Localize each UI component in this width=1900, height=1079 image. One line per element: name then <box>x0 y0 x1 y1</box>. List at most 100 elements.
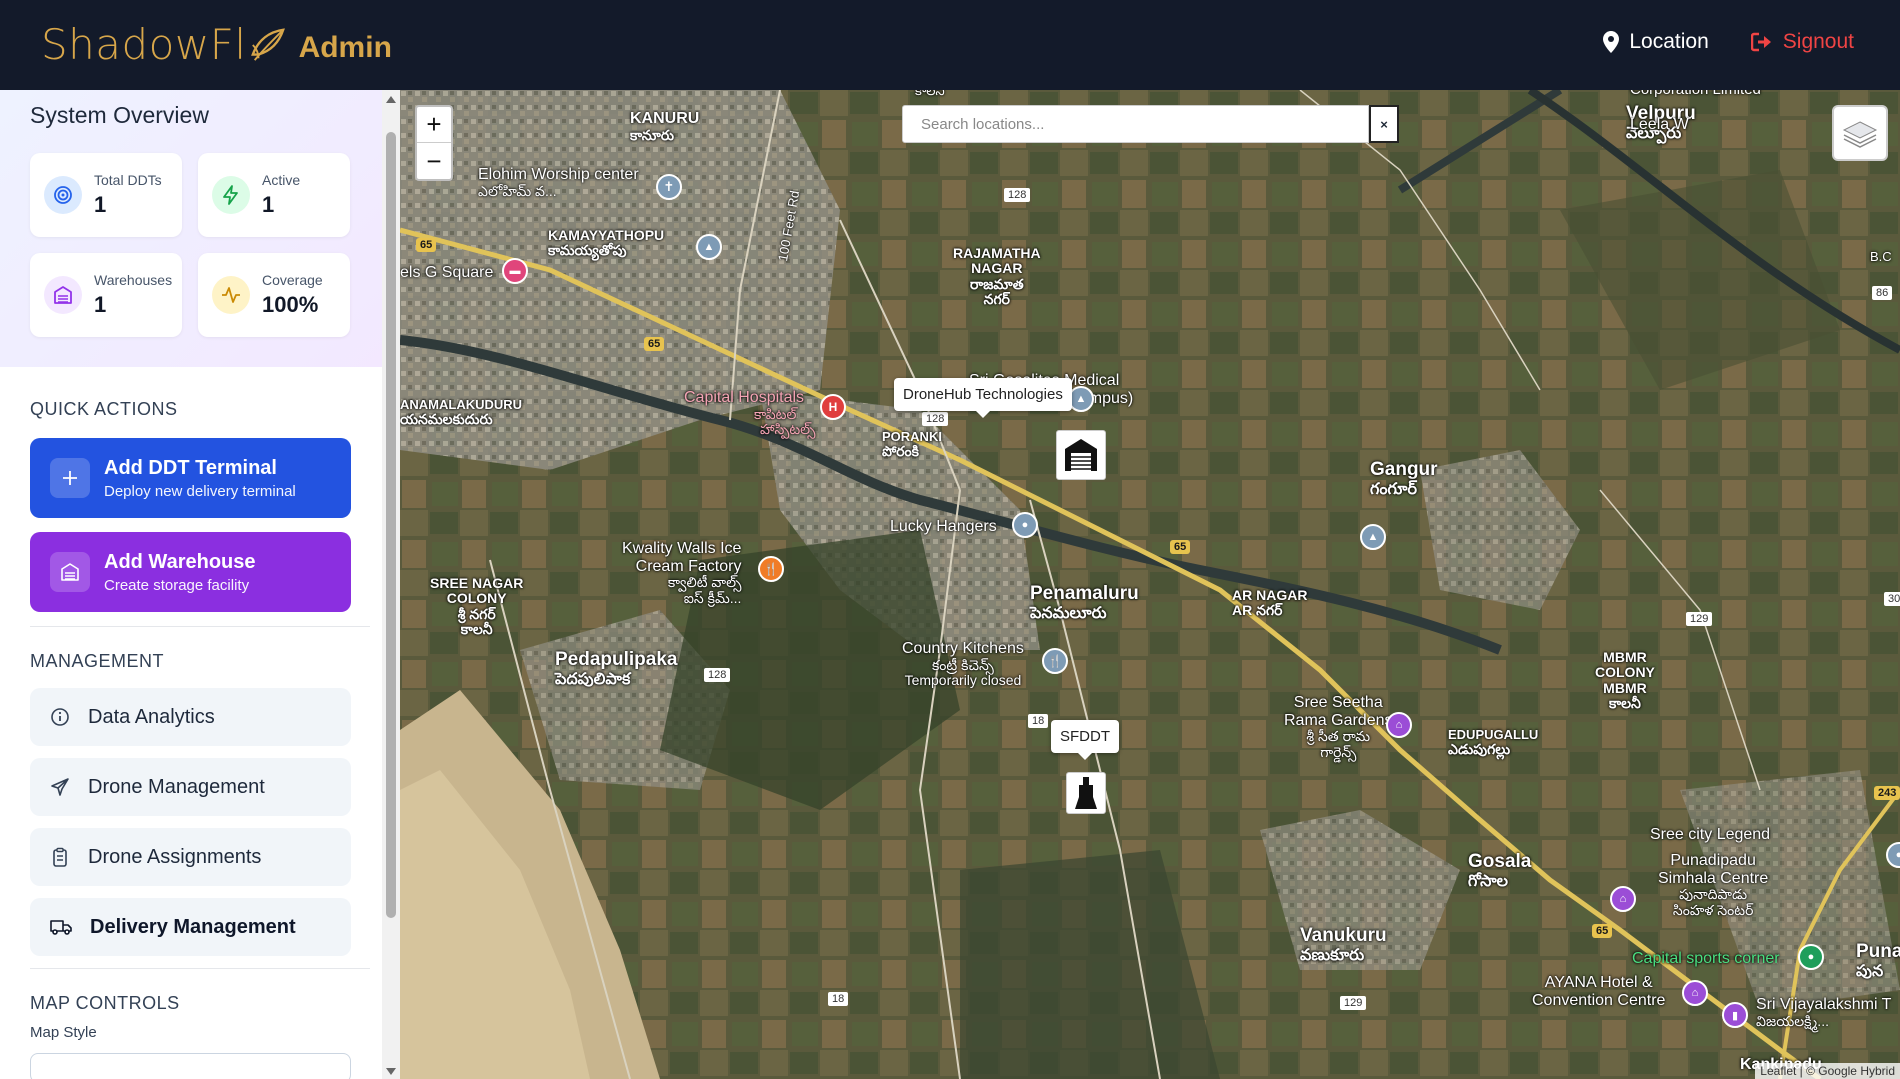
place-label: AYANA Hotel & Convention Centre <box>1532 974 1666 1009</box>
place-label: KAMAYYATHOPU కామయ్యతోపు <box>548 227 665 259</box>
search-input[interactable] <box>902 105 1369 143</box>
location-pin-icon[interactable]: ● <box>1012 512 1038 538</box>
place-label: Lucky Hangers <box>890 518 997 535</box>
map-view[interactable]: + − × KANURUకానూరు Elohim Worship center… <box>400 90 1900 1079</box>
school-pin-icon[interactable]: ▲ <box>1360 524 1386 550</box>
delivery-management-button[interactable]: Delivery Management <box>30 898 351 956</box>
ddt-marker[interactable] <box>1066 772 1106 814</box>
church-pin-icon[interactable]: ✝ <box>656 174 682 200</box>
hotel-pin-icon[interactable]: ⌂ <box>1682 980 1708 1006</box>
map-attribution[interactable]: Leaflet | © Google Hybrid <box>1755 1063 1900 1079</box>
signout-icon <box>1750 32 1771 52</box>
stat-value: 100% <box>262 292 319 317</box>
system-overview: System Overview Total DDTs 1 Active 1 Wa… <box>0 90 400 367</box>
place-label: Kwality Walls Ice Cream Factory క్వాలిటీ వ… <box>622 540 742 606</box>
scroll-down-arrow[interactable] <box>386 1068 396 1075</box>
quick-actions-section: QUICK ACTIONS Add DDT Terminal Deploy ne… <box>0 399 400 1079</box>
zoom-out-button[interactable]: − <box>417 143 451 179</box>
sports-pin-icon[interactable]: ● <box>1798 944 1824 970</box>
place-label: Corporation Limited <box>1630 90 1761 99</box>
place-label: Puna పున <box>1856 941 1900 980</box>
lodging-pin-icon[interactable]: ▬ <box>502 258 528 284</box>
road-shield-128: 128 <box>704 668 731 682</box>
stat-card-warehouses: Warehouses 1 <box>30 253 182 337</box>
header-actions: Location Signout <box>1603 30 1854 54</box>
drone-management-button[interactable]: Drone Management <box>30 758 351 816</box>
ddt-terminal-icon <box>1075 777 1097 809</box>
add-warehouse-button[interactable]: Add Warehouse Create storage facility <box>30 532 351 612</box>
place-label: Gangur గంగూర్ <box>1370 459 1438 498</box>
search-clear-button[interactable]: × <box>1369 105 1399 143</box>
signout-label: Signout <box>1782 30 1854 53</box>
map-pin-icon <box>1603 31 1620 53</box>
school-pin-icon[interactable]: ▲ <box>1068 386 1094 412</box>
overview-title: System Overview <box>30 102 209 128</box>
stat-card-total-ddts: Total DDTs 1 <box>30 153 182 237</box>
hall-pin-icon[interactable]: ⌂ <box>1386 712 1412 738</box>
place-label: Vanukuru వణుకూరు <box>1300 925 1387 964</box>
drone-management-label: Drone Management <box>88 775 265 798</box>
place-label: Capital Hospitals కాపిటల్ హాస్పిటల్స్ <box>684 389 816 437</box>
brand-admin-label: Admin <box>298 30 392 64</box>
hospital-pin-icon[interactable]: H <box>820 394 846 420</box>
plane-icon <box>51 778 69 796</box>
place-label: AR NAGAR AR నగర్ <box>1232 587 1308 619</box>
school-pin-icon[interactable]: ▲ <box>696 234 722 260</box>
stat-card-active: Active 1 <box>198 153 350 237</box>
stat-card-coverage: Coverage 100% <box>198 253 350 337</box>
road-shield-65: 65 <box>1170 540 1191 554</box>
signout-button[interactable]: Signout <box>1750 30 1854 54</box>
drone-assignments-button[interactable]: Drone Assignments <box>30 828 351 886</box>
road-shield-86: 86 <box>1872 286 1893 300</box>
road-shield-65: 65 <box>644 337 665 351</box>
place-label: els G Square <box>400 264 494 281</box>
plus-icon <box>50 458 90 498</box>
zoom-control: + − <box>415 105 453 181</box>
warehouse-marker-icon <box>1065 439 1097 471</box>
restaurant-pin-icon[interactable]: 🍴 <box>758 556 784 582</box>
pulse-icon <box>212 276 250 314</box>
place-label: Pedapulipaka పెదపులిపాక <box>555 649 678 688</box>
road-shield-128: 128 <box>1004 188 1031 202</box>
lightning-icon <box>212 176 250 214</box>
layers-icon <box>1842 121 1878 148</box>
road-shield-129: 129 <box>1340 996 1367 1010</box>
road-shield-129: 129 <box>1686 612 1713 626</box>
quick-actions-title: QUICK ACTIONS <box>30 399 178 419</box>
place-label: PORANKI పోరంకి <box>882 429 942 460</box>
hall-pin-icon[interactable]: ⌂ <box>1610 886 1636 912</box>
place-label: కాలనీ <box>915 90 945 98</box>
brand-name: ShadowFl <box>41 20 247 69</box>
zoom-in-button[interactable]: + <box>417 107 451 143</box>
stat-value: 1 <box>94 292 107 317</box>
warehouse-marker[interactable] <box>1056 430 1106 480</box>
sidebar: System Overview Total DDTs 1 Active 1 Wa… <box>0 90 400 1079</box>
layers-button[interactable] <box>1832 105 1888 161</box>
shop-pin-icon[interactable]: ▮ <box>1722 1002 1748 1028</box>
place-label: Country Kitchens కంట్రీ కిచెన్స్ Temporari… <box>902 640 1024 688</box>
place-label: Leela W <box>1630 116 1689 133</box>
place-label: ANAMALAKUDURU యనమలకుదురు <box>400 397 523 428</box>
add-ddt-terminal-button[interactable]: Add DDT Terminal Deploy new delivery ter… <box>30 438 351 518</box>
stat-label: Warehouses <box>94 272 173 288</box>
restaurant-pin-icon[interactable]: 🍴 <box>1042 648 1068 674</box>
brand-logo[interactable]: ShadowFl Admin <box>41 20 392 69</box>
data-analytics-button[interactable]: Data Analytics <box>30 688 351 746</box>
place-label: Sri Vijayalakshmi T విజయలక్ష్మి... <box>1756 996 1892 1029</box>
location-button[interactable]: Location <box>1603 30 1709 54</box>
sidebar-scrollbar[interactable] <box>382 90 400 1079</box>
map-controls-title: MAP CONTROLS <box>30 993 180 1013</box>
warehouse-icon <box>44 276 82 314</box>
map-style-select[interactable] <box>30 1053 351 1079</box>
place-label: EDUPUGALLU ఎడుపుగల్లు <box>1448 727 1539 758</box>
divider <box>30 626 370 627</box>
leaf-icon <box>250 27 285 61</box>
stat-value: 1 <box>262 192 275 217</box>
scroll-up-arrow[interactable] <box>386 96 396 103</box>
place-label: Gosala గోసాల <box>1468 851 1532 890</box>
warehouse-icon <box>50 552 90 592</box>
clipboard-icon <box>53 847 67 867</box>
scroll-thumb[interactable] <box>386 132 396 918</box>
drone-assignments-label: Drone Assignments <box>88 845 262 868</box>
management-title: MANAGEMENT <box>30 651 165 671</box>
